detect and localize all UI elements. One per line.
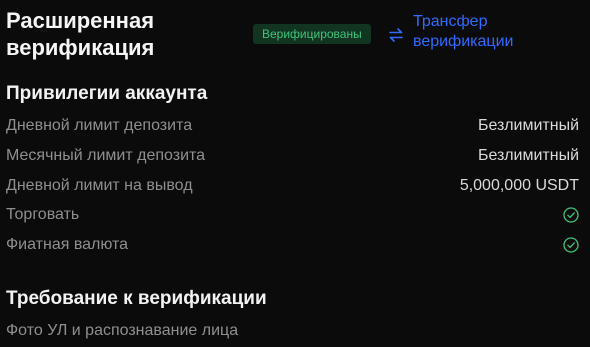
page-title: Расширенная верификация [6,8,155,60]
transfer-verification-label: Трансфер верификации [413,13,514,50]
check-circle-icon [563,237,579,253]
privilege-label: Дневной лимит депозита [6,117,193,134]
verified-status-badge: Верифицированы [253,24,371,44]
verification-panel: Расширенная верификация Верифицированы Т… [0,0,590,347]
privilege-row: Торговать [6,204,579,226]
requirement-item: Фото УЛ и распознавание лица [6,322,239,339]
privilege-label: Фиатная валюта [6,236,129,253]
privileges-heading: Привилегии аккаунта [6,83,208,104]
swap-arrows-icon [389,28,403,42]
privilege-value: Безлимитный [477,147,579,164]
privilege-row: Фиатная валюта [6,234,579,256]
transfer-verification-link[interactable]: Трансфер верификации [388,12,513,52]
privilege-label: Месячный лимит депозита [6,147,206,164]
requirements-heading: Требование к верификации [6,288,267,309]
check-circle-icon [563,207,579,223]
privilege-label: Торговать [6,206,80,223]
privilege-row: Месячный лимит депозита Безлимитный [6,145,579,167]
privilege-row: Дневной лимит депозита Безлимитный [6,115,579,137]
privilege-label: Дневной лимит на вывод [6,177,193,194]
privilege-value: Безлимитный [477,117,579,134]
privilege-row: Дневной лимит на вывод 5,000,000 USDT [6,175,579,197]
privilege-value: 5,000,000 USDT [459,177,579,194]
